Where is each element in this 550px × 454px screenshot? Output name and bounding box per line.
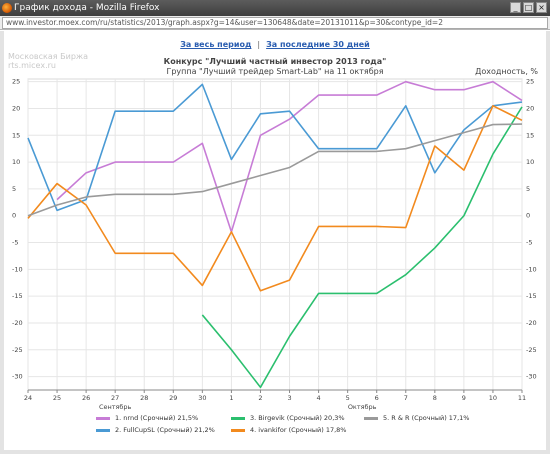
y-tick-label-left: 10 xyxy=(12,158,20,166)
legend-swatch xyxy=(96,428,110,432)
y-tick-label-right: -5 xyxy=(526,239,532,247)
legend-item[interactable]: 3. Birgevik (Срочный) 20,3% xyxy=(231,414,345,422)
legend-label: 2. FullCupSL (Срочный) 21,2% xyxy=(115,426,215,434)
x-tick-label: 2 xyxy=(258,394,262,402)
y-tick-label-right: -20 xyxy=(526,319,537,327)
x-tick-label: 1 xyxy=(229,394,233,402)
legend-item[interactable]: 1. nrnd (Срочный) 21,5% xyxy=(96,414,198,422)
y-tick-label-left: 0 xyxy=(12,212,16,220)
x-tick-label: 3 xyxy=(287,394,291,402)
y-tick-label-left: -20 xyxy=(12,319,23,327)
x-tick-label: 5 xyxy=(346,394,350,402)
y-tick-label-left: -5 xyxy=(12,239,18,247)
x-tick-label: 8 xyxy=(433,394,437,402)
y-tick-label-right: 10 xyxy=(526,158,534,166)
x-tick-label: 30 xyxy=(198,394,206,402)
y-tick-label-right: 5 xyxy=(526,185,530,193)
y-tick-label-left: -15 xyxy=(12,292,23,300)
x-tick-label: 9 xyxy=(462,394,466,402)
y-tick-label-right: -25 xyxy=(526,346,537,354)
x-month-label: Октябрь xyxy=(348,403,377,411)
line-chart: 25 2520 2015 1510 105 50 0-5 -5-10 -10-15 -15-20-… xyxy=(12,78,537,411)
x-tick-label: 24 xyxy=(24,394,32,402)
legend-label: 4. ivankifor (Срочный) 17,8% xyxy=(250,426,347,434)
x-tick-label: 25 xyxy=(53,394,61,402)
legend-swatch xyxy=(364,416,378,420)
legend-item[interactable]: 5. R & R (Срочный) 17,1% xyxy=(364,414,469,422)
legend-swatch xyxy=(231,416,245,420)
legend-swatch xyxy=(231,428,245,432)
y-tick-label-left: 25 xyxy=(12,78,20,86)
y-tick-label-left: 5 xyxy=(12,185,16,193)
x-tick-label: 10 xyxy=(489,394,497,402)
legend-swatch xyxy=(96,416,110,420)
legend-label: 5. R & R (Срочный) 17,1% xyxy=(383,414,470,422)
y-tick-label-left: 20 xyxy=(12,104,20,112)
x-month-label: Сентябрь xyxy=(99,403,132,411)
x-tick-label: 11 xyxy=(518,394,526,402)
x-tick-label: 4 xyxy=(317,394,321,402)
y-tick-label-right: -15 xyxy=(526,292,537,300)
x-tick-label: 29 xyxy=(169,394,177,402)
y-tick-label-left: -10 xyxy=(12,265,23,273)
legend-item[interactable]: 2. FullCupSL (Срочный) 21,2% xyxy=(96,426,215,434)
y-tick-label-left: 15 xyxy=(12,131,20,139)
legend-label: 1. nrnd (Срочный) 21,5% xyxy=(115,414,199,422)
y-tick-label-right: 15 xyxy=(526,131,534,139)
y-tick-label-right: -30 xyxy=(526,373,537,381)
y-tick-label-left: -25 xyxy=(12,346,23,354)
x-tick-label: 26 xyxy=(82,394,90,402)
x-tick-label: 6 xyxy=(375,394,379,402)
x-tick-label: 27 xyxy=(111,394,119,402)
legend-item[interactable]: 4. ivankifor (Срочный) 17,8% xyxy=(231,426,346,434)
x-tick-label: 28 xyxy=(140,394,148,402)
x-tick-label: 7 xyxy=(404,394,408,402)
y-tick-label-left: -30 xyxy=(12,373,23,381)
y-tick-label-right: -10 xyxy=(526,265,537,273)
y-tick-label-right: 25 xyxy=(526,78,534,86)
legend-label: 3. Birgevik (Срочный) 20,3% xyxy=(250,414,345,422)
y-tick-label-right: 20 xyxy=(526,104,534,112)
y-tick-label-right: 0 xyxy=(526,212,530,220)
